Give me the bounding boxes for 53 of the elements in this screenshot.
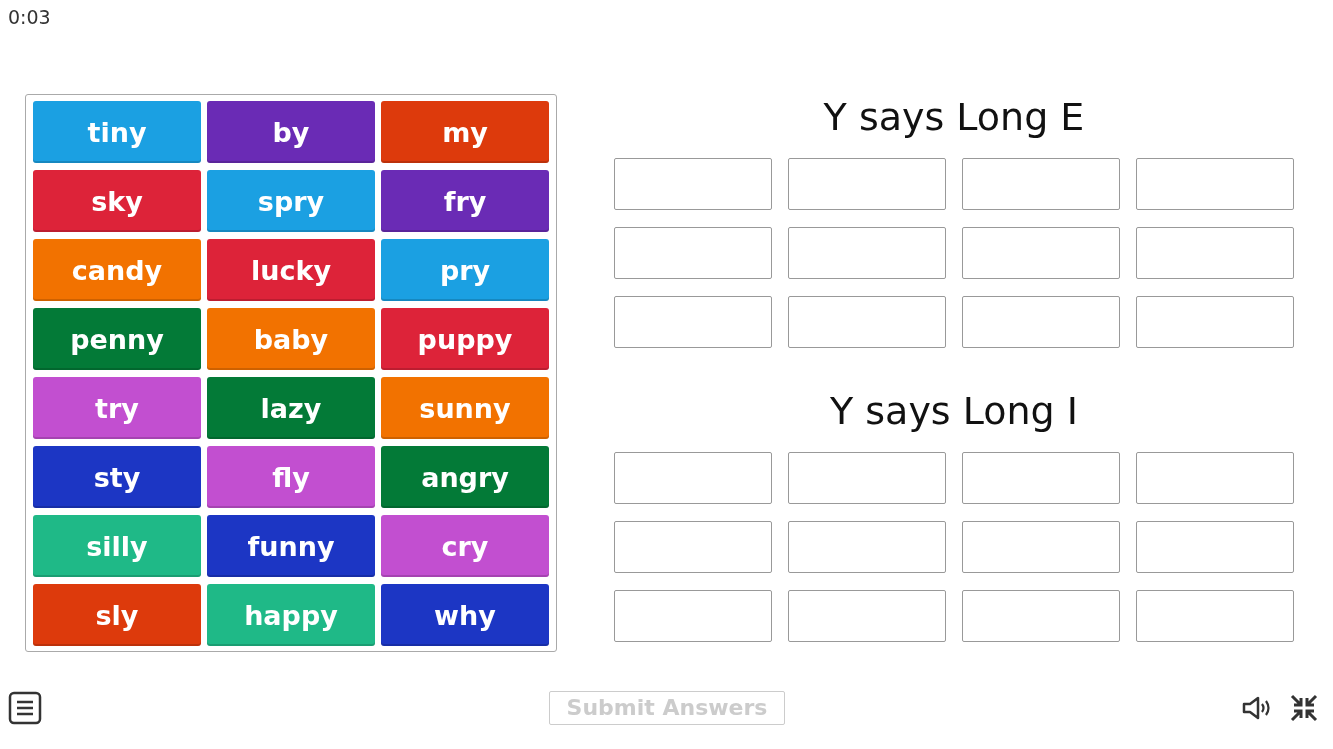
- timer: 0:03: [7, 5, 51, 30]
- word-tile[interactable]: try: [33, 377, 201, 439]
- drop-slot[interactable]: [788, 296, 946, 348]
- drop-slot[interactable]: [1136, 590, 1294, 642]
- word-tile[interactable]: why: [381, 584, 549, 646]
- drop-slot[interactable]: [614, 452, 772, 504]
- drop-slot[interactable]: [1136, 227, 1294, 279]
- word-tile[interactable]: sunny: [381, 377, 549, 439]
- group-heading: Y says Long I: [830, 388, 1078, 434]
- drop-slot[interactable]: [614, 521, 772, 573]
- word-tile[interactable]: sly: [33, 584, 201, 646]
- menu-icon[interactable]: [8, 690, 42, 725]
- word-tile[interactable]: candy: [33, 239, 201, 301]
- drop-slot[interactable]: [1136, 452, 1294, 504]
- word-tile[interactable]: lazy: [207, 377, 375, 439]
- word-tile[interactable]: baby: [207, 308, 375, 370]
- drop-slot[interactable]: [962, 521, 1120, 573]
- drop-slot[interactable]: [788, 227, 946, 279]
- drop-slot[interactable]: [962, 590, 1120, 642]
- word-tile[interactable]: angry: [381, 446, 549, 508]
- word-tile[interactable]: sty: [33, 446, 201, 508]
- word-tile[interactable]: lucky: [207, 239, 375, 301]
- word-tile[interactable]: my: [381, 101, 549, 163]
- drop-slot[interactable]: [962, 227, 1120, 279]
- drop-slot[interactable]: [1136, 521, 1294, 573]
- drop-slot[interactable]: [962, 452, 1120, 504]
- drop-slot[interactable]: [962, 296, 1120, 348]
- word-tile[interactable]: happy: [207, 584, 375, 646]
- drop-slot[interactable]: [614, 296, 772, 348]
- word-tile[interactable]: penny: [33, 308, 201, 370]
- word-tile[interactable]: cry: [381, 515, 549, 577]
- drop-slot[interactable]: [614, 590, 772, 642]
- word-tile[interactable]: by: [207, 101, 375, 163]
- word-tile[interactable]: funny: [207, 515, 375, 577]
- word-tile[interactable]: tiny: [33, 101, 201, 163]
- word-tile[interactable]: fry: [381, 170, 549, 232]
- word-tile[interactable]: silly: [33, 515, 201, 577]
- drop-slot[interactable]: [614, 227, 772, 279]
- drop-slot[interactable]: [962, 158, 1120, 210]
- drop-slot[interactable]: [1136, 296, 1294, 348]
- word-tile[interactable]: puppy: [381, 308, 549, 370]
- drop-slot[interactable]: [788, 590, 946, 642]
- word-tile[interactable]: fly: [207, 446, 375, 508]
- drop-slot[interactable]: [788, 158, 946, 210]
- drop-slot[interactable]: [788, 452, 946, 504]
- word-tile[interactable]: spry: [207, 170, 375, 232]
- group-heading: Y says Long E: [823, 94, 1085, 140]
- word-tile[interactable]: pry: [381, 239, 549, 301]
- word-tile[interactable]: sky: [33, 170, 201, 232]
- drop-slot[interactable]: [614, 158, 772, 210]
- collapse-icon[interactable]: [1289, 692, 1319, 723]
- drop-slot[interactable]: [788, 521, 946, 573]
- drop-slot[interactable]: [1136, 158, 1294, 210]
